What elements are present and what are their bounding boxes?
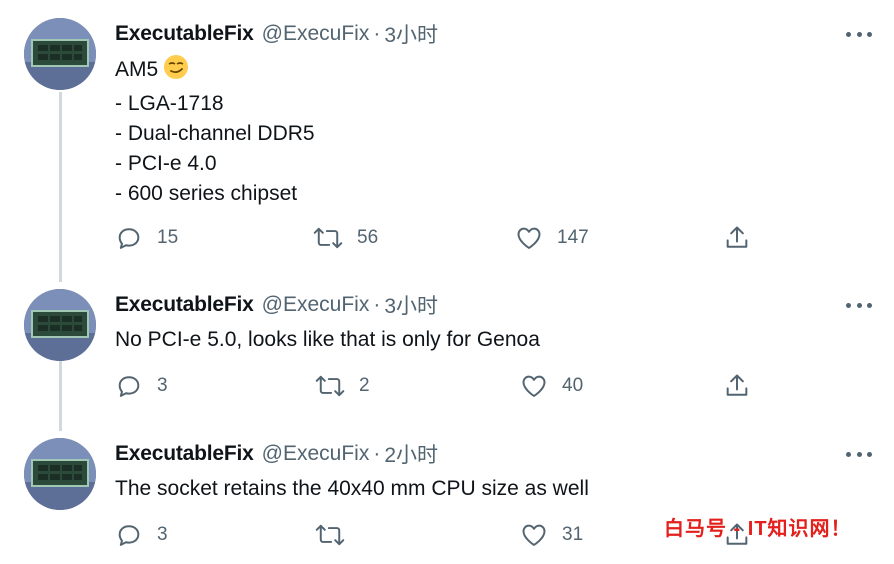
tweet-header: ExecutableFix @ExecuFix · 3小时 xyxy=(115,291,438,319)
retweet-button[interactable]: 56 xyxy=(313,223,378,253)
like-button[interactable]: 147 xyxy=(515,223,589,253)
like-count: 147 xyxy=(557,227,589,248)
tweet-line-text: AM5 xyxy=(115,58,159,81)
retweet-icon xyxy=(315,521,345,549)
tweet-header: ExecutableFix @ExecuFix · 3小时 xyxy=(115,20,438,48)
separator-dot: · xyxy=(373,293,381,316)
retweet-icon xyxy=(313,224,343,252)
retweet-count: 56 xyxy=(357,227,379,248)
user-handle[interactable]: @ExecuFix xyxy=(262,22,370,46)
tweet-header: ExecutableFix @ExecuFix · 2小时 xyxy=(115,440,438,468)
retweet-button[interactable] xyxy=(315,520,359,550)
reply-button[interactable]: 15 xyxy=(115,223,178,253)
avatar[interactable] xyxy=(24,438,96,510)
tweet-actions: 15 56 147 xyxy=(115,223,765,253)
share-icon xyxy=(723,224,751,252)
reply-count: 15 xyxy=(157,227,179,248)
tweet-line: No PCI-e 5.0, looks like that is only fo… xyxy=(115,328,540,351)
separator-dot: · xyxy=(373,442,381,465)
reply-count: 3 xyxy=(157,375,168,396)
tweet-text: AM5 - LGA-1718 - Dual-channel DDR5 - PCI… xyxy=(115,54,315,209)
like-button[interactable]: 31 xyxy=(520,520,583,550)
tweet-line: The socket retains the 40x40 mm CPU size… xyxy=(115,477,589,500)
smirking-face-emoji xyxy=(163,54,189,89)
display-name[interactable]: ExecutableFix xyxy=(115,442,254,466)
more-icon[interactable] xyxy=(846,444,872,464)
tweet[interactable]: ExecutableFix @ExecuFix · 2小时 The socket… xyxy=(0,434,894,564)
user-handle[interactable]: @ExecuFix xyxy=(262,442,370,466)
tweet[interactable]: ExecutableFix @ExecuFix · 3小时 No PCI-e 5… xyxy=(0,285,894,433)
like-icon xyxy=(520,521,548,549)
retweet-icon xyxy=(315,372,345,400)
tweet-line: - LGA-1718 xyxy=(115,92,224,115)
like-count: 40 xyxy=(562,375,584,396)
user-handle[interactable]: @ExecuFix xyxy=(262,293,370,317)
more-icon[interactable] xyxy=(846,295,872,315)
share-button[interactable] xyxy=(723,223,751,253)
avatar[interactable] xyxy=(24,289,96,361)
like-button[interactable]: 40 xyxy=(520,371,583,401)
display-name[interactable]: ExecutableFix xyxy=(115,22,254,46)
share-icon xyxy=(723,372,751,400)
watermark: 白马号 - IT知识网！ xyxy=(664,517,852,540)
avatar[interactable] xyxy=(24,18,96,90)
retweet-count: 2 xyxy=(359,375,370,396)
more-icon[interactable] xyxy=(846,24,872,44)
reply-count: 3 xyxy=(157,524,168,545)
tweet-line: AM5 xyxy=(115,54,315,89)
reply-icon xyxy=(115,224,143,252)
tweet-text: The socket retains the 40x40 mm CPU size… xyxy=(115,474,589,504)
like-count: 31 xyxy=(562,524,584,545)
retweet-button[interactable]: 2 xyxy=(315,371,370,401)
display-name[interactable]: ExecutableFix xyxy=(115,293,254,317)
tweet-line: - PCI-e 4.0 xyxy=(115,152,217,175)
reply-button[interactable]: 3 xyxy=(115,371,168,401)
timestamp[interactable]: 3小时 xyxy=(384,290,438,320)
timestamp[interactable]: 2小时 xyxy=(384,439,438,469)
reply-icon xyxy=(115,521,143,549)
separator-dot: · xyxy=(373,22,381,45)
tweet-line: - Dual-channel DDR5 xyxy=(115,122,315,145)
tweet[interactable]: ExecutableFix @ExecuFix · 3小时 AM5 - LGA-… xyxy=(0,14,894,284)
timestamp[interactable]: 3小时 xyxy=(384,19,438,49)
tweet-line: - 600 series chipset xyxy=(115,182,298,205)
tweet-text: No PCI-e 5.0, looks like that is only fo… xyxy=(115,325,540,355)
like-icon xyxy=(515,224,543,252)
tweet-actions: 3 2 40 xyxy=(115,371,765,401)
like-icon xyxy=(520,372,548,400)
share-button[interactable] xyxy=(723,371,751,401)
tweet-thread: ExecutableFix @ExecuFix · 3小时 AM5 - LGA-… xyxy=(0,0,894,564)
reply-button[interactable]: 3 xyxy=(115,520,168,550)
reply-icon xyxy=(115,372,143,400)
